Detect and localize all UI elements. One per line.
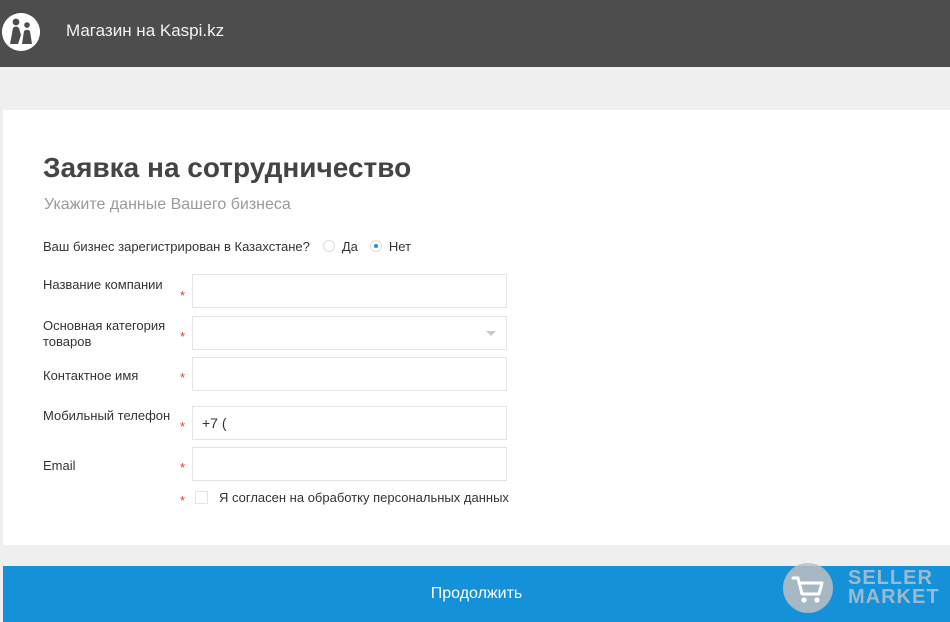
- chevron-down-icon: [486, 331, 496, 336]
- registration-question-row: Ваш бизнес зарегистрирован в Казахстане?…: [43, 237, 423, 255]
- email-input[interactable]: [192, 447, 507, 481]
- phone-input[interactable]: [192, 406, 507, 440]
- contact-name-required-mark: *: [180, 370, 186, 385]
- contact-name-label: Контактное имя: [43, 368, 139, 383]
- continue-button[interactable]: Продолжить: [3, 566, 950, 622]
- category-required-mark: *: [180, 329, 186, 344]
- consent-label[interactable]: Я согласен на обработку персональных дан…: [219, 490, 509, 505]
- radio-option-no[interactable]: Нет: [369, 238, 412, 254]
- application-form-card: Заявка на сотрудничество Укажите данные …: [3, 110, 950, 545]
- top-bar: Магазин на Kaspi.kz: [0, 0, 950, 67]
- email-label: Email: [43, 458, 76, 473]
- registration-question: Ваш бизнес зарегистрирован в Казахстане?: [43, 238, 310, 254]
- radio-no-label: Нет: [388, 238, 412, 254]
- store-title: Магазин на Kaspi.kz: [66, 21, 225, 40]
- contact-name-input[interactable]: [192, 357, 507, 391]
- company-name-input[interactable]: [192, 274, 507, 308]
- radio-no[interactable]: [369, 240, 382, 252]
- category-label: Основная категория товаров: [43, 318, 166, 349]
- kaspi-logo[interactable]: [2, 13, 40, 51]
- consent-checkbox[interactable]: [195, 491, 208, 504]
- email-required-mark: *: [180, 460, 186, 475]
- phone-required-mark: *: [180, 419, 186, 434]
- form-title: Заявка на сотрудничество: [43, 152, 412, 183]
- radio-yes-label: Да: [341, 238, 358, 254]
- radio-yes[interactable]: [322, 240, 335, 252]
- radio-option-yes[interactable]: Да: [322, 238, 358, 254]
- company-name-required-mark: *: [180, 288, 186, 303]
- form-subtitle: Укажите данные Вашего бизнеса: [44, 196, 291, 213]
- category-select[interactable]: [192, 316, 507, 350]
- company-name-label: Название компании: [43, 277, 163, 292]
- consent-required-mark: *: [180, 493, 186, 508]
- phone-label: Мобильный телефон: [43, 408, 171, 423]
